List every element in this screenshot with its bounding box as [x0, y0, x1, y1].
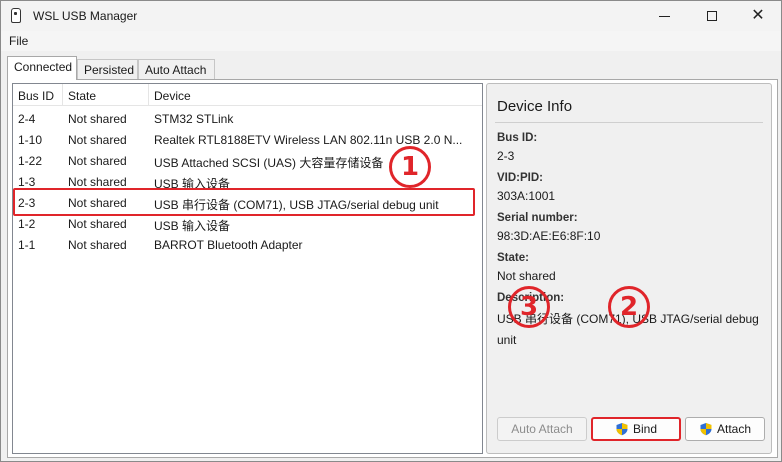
column-header-state[interactable]: State — [63, 84, 149, 106]
cell-bus-id: 2-4 — [18, 112, 36, 126]
list-header: Bus ID State Device — [13, 84, 482, 106]
window-title: WSL USB Manager — [33, 9, 138, 23]
usb-app-icon — [11, 8, 21, 23]
tab-auto-attach[interactable]: Auto Attach — [138, 59, 215, 80]
cell-device: USB 串行设备 (COM71), USB JTAG/serial debug … — [154, 198, 439, 212]
cell-bus-id: 1-2 — [18, 217, 36, 231]
device-info-panel: Device Info Bus ID: 2-3 VID:PID: 303A:10… — [486, 83, 772, 454]
uac-shield-icon — [616, 423, 628, 436]
auto-attach-button[interactable]: Auto Attach — [497, 417, 587, 441]
cell-state: Not shared — [68, 217, 127, 231]
table-row-selected[interactable]: 2-3 Not shared USB 串行设备 (COM71), USB JTA… — [13, 192, 482, 213]
minimize-icon — [658, 15, 670, 17]
attach-label: Attach — [716, 422, 752, 436]
cell-state: Not shared — [68, 175, 127, 189]
table-row[interactable]: 1-2 Not shared USB 输入设备 — [13, 213, 482, 234]
tab-persisted[interactable]: Persisted — [77, 59, 138, 80]
cell-device: USB 输入设备 — [154, 219, 231, 233]
app-window: WSL USB Manager ✕ File Connected Persist… — [0, 0, 782, 462]
annotation-marker-2: 2 — [608, 286, 650, 328]
state-label: State: — [497, 252, 529, 264]
cell-bus-id: 2-3 — [18, 196, 36, 210]
table-row[interactable]: 1-1 Not shared BARROT Bluetooth Adapter — [13, 234, 482, 255]
annotation-marker-3: 3 — [508, 286, 550, 328]
uac-shield-icon — [700, 423, 712, 436]
menu-bar: File — [1, 31, 781, 51]
cell-state: Not shared — [68, 238, 127, 252]
cell-state: Not shared — [68, 133, 127, 147]
device-list[interactable]: Bus ID State Device 2-4 Not shared STM32… — [12, 83, 483, 454]
minimize-button[interactable] — [641, 1, 687, 31]
device-info-title: Device Info — [497, 98, 573, 115]
cell-state: Not shared — [68, 154, 127, 168]
cell-state: Not shared — [68, 196, 127, 210]
bind-label: Bind — [632, 422, 658, 436]
column-header-device[interactable]: Device — [149, 84, 482, 106]
cell-bus-id: 1-22 — [18, 154, 43, 168]
menu-file[interactable]: File — [9, 34, 28, 48]
close-icon: ✕ — [751, 7, 765, 24]
serial-label: Serial number: — [497, 212, 578, 224]
bind-button[interactable]: Bind — [591, 417, 681, 441]
annotation-marker-1: 1 — [389, 146, 431, 188]
title-bar[interactable]: WSL USB Manager ✕ — [1, 1, 781, 31]
cell-bus-id: 1-3 — [18, 175, 36, 189]
maximize-button[interactable] — [689, 1, 735, 31]
column-header-bus-id[interactable]: Bus ID — [13, 84, 63, 106]
maximize-icon — [707, 11, 717, 21]
bus-id-value: 2-3 — [497, 149, 515, 163]
cell-device: BARROT Bluetooth Adapter — [154, 238, 303, 252]
vidpid-value: 303A:1001 — [497, 189, 556, 203]
bus-id-label: Bus ID: — [497, 132, 538, 144]
cell-state: Not shared — [68, 112, 127, 126]
serial-value: 98:3D:AE:E6:8F:10 — [497, 229, 601, 243]
table-row[interactable]: 2-4 Not shared STM32 STLink — [13, 108, 482, 129]
cell-device: STM32 STLink — [154, 112, 234, 126]
cell-device: USB 输入设备 — [154, 177, 231, 191]
tab-content: Bus ID State Device 2-4 Not shared STM32… — [7, 79, 778, 458]
cell-device: Realtek RTL8188ETV Wireless LAN 802.11n … — [154, 133, 463, 147]
cell-bus-id: 1-1 — [18, 238, 36, 252]
auto-attach-label: Auto Attach — [511, 422, 573, 436]
vidpid-label: VID:PID: — [497, 172, 543, 184]
state-value: Not shared — [497, 269, 556, 283]
cell-bus-id: 1-10 — [18, 133, 43, 147]
attach-button[interactable]: Attach — [685, 417, 765, 441]
tab-connected[interactable]: Connected — [7, 56, 77, 80]
close-button[interactable]: ✕ — [735, 1, 781, 31]
divider — [495, 122, 763, 123]
